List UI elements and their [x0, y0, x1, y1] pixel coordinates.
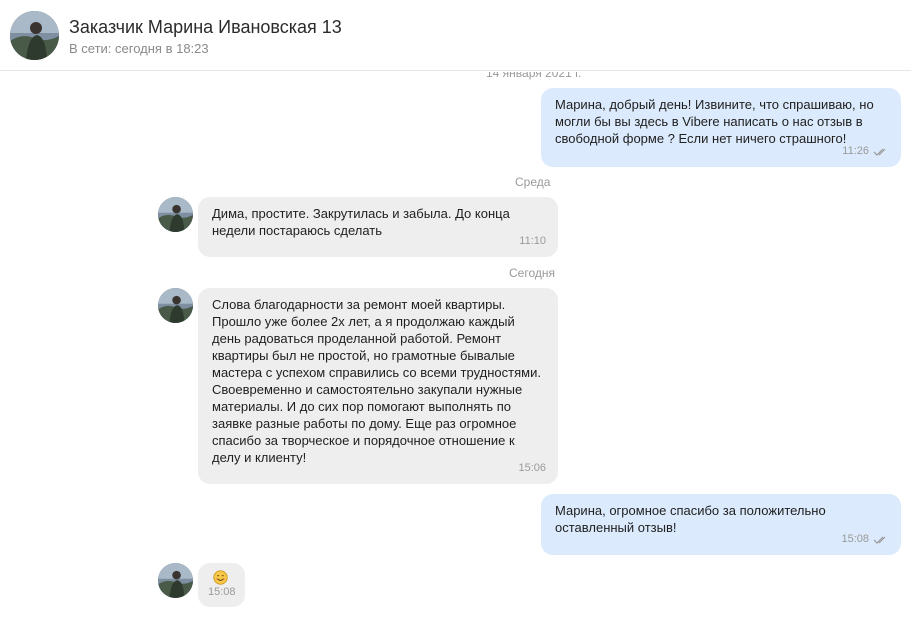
contact-status: В сети: сегодня в 18:23	[69, 41, 209, 56]
date-separator: Среда	[515, 175, 551, 189]
contact-name: Заказчик Марина Ивановская 13	[69, 17, 342, 37]
message-time: 15:08	[208, 586, 236, 598]
message-time: 15:06	[518, 462, 546, 474]
message-meta: 11:10	[519, 233, 546, 250]
outgoing-message[interactable]: Марина, огромное спасибо за положительно…	[541, 494, 901, 555]
double-check-icon	[873, 536, 886, 544]
chat-window: Заказчик Марина Ивановская 13 В сети: се…	[0, 0, 911, 631]
message-text: Марина, огромное спасибо за положительно…	[555, 503, 826, 535]
message-text: Слова благодарности за ремонт моей кварт…	[212, 297, 541, 465]
sender-avatar[interactable]	[158, 197, 193, 232]
avatar-photo-icon	[158, 563, 193, 598]
message-meta: 11:26	[842, 143, 889, 160]
message-meta: 15:08	[841, 531, 889, 548]
avatar-photo-icon	[10, 11, 59, 60]
incoming-message[interactable]: 15:08	[198, 563, 245, 607]
message-time: 11:26	[842, 145, 869, 157]
avatar-photo-icon	[158, 197, 193, 232]
chat-header: Заказчик Марина Ивановская 13 В сети: се…	[0, 0, 911, 71]
message-time: 15:08	[841, 533, 869, 545]
outgoing-message[interactable]: Марина, добрый день! Извините, что спраш…	[541, 88, 901, 167]
incoming-message[interactable]: Дима, простите. Закрутилась и забыла. До…	[198, 197, 558, 257]
sender-avatar[interactable]	[158, 563, 193, 598]
contact-avatar[interactable]	[10, 11, 59, 60]
message-time: 11:10	[519, 235, 546, 247]
message-meta: 15:08	[208, 584, 236, 601]
date-separator: Сегодня	[509, 266, 555, 280]
sender-avatar[interactable]	[158, 288, 193, 323]
message-text: Марина, добрый день! Извините, что спраш…	[555, 97, 874, 146]
avatar-photo-icon	[158, 288, 193, 323]
message-text: Дима, простите. Закрутилась и забыла. До…	[212, 206, 510, 238]
message-meta: 15:06	[518, 460, 546, 477]
smiling-face-icon	[213, 570, 228, 585]
incoming-message[interactable]: Слова благодарности за ремонт моей кварт…	[198, 288, 558, 484]
double-check-icon	[873, 148, 886, 156]
date-separator: 14 января 2021 г.	[486, 72, 582, 80]
message-list[interactable]: 14 января 2021 г. Марина, добрый день! И…	[0, 72, 911, 631]
